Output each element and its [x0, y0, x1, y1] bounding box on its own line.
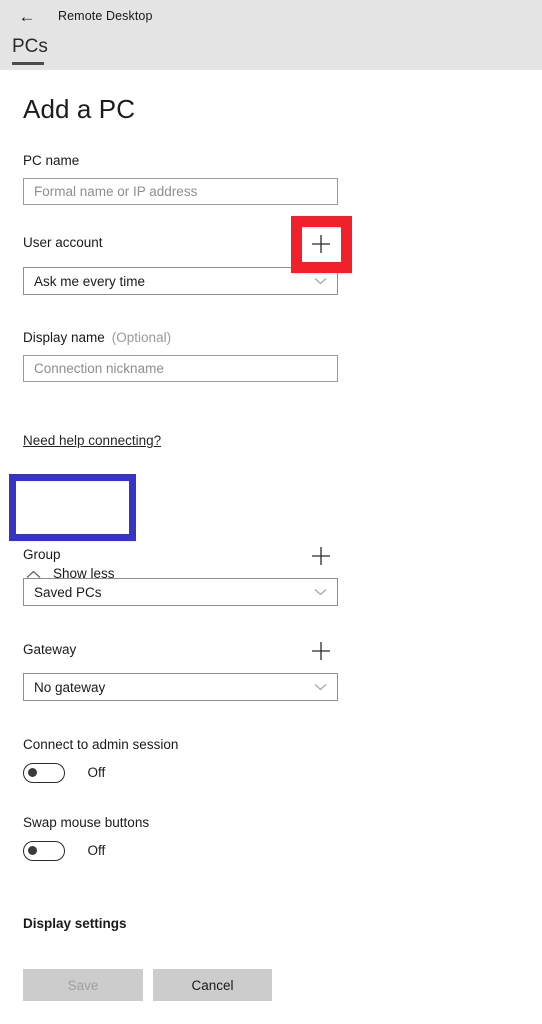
back-arrow-icon[interactable]: ←	[14, 6, 40, 28]
display-name-label: Display name (Optional)	[23, 329, 171, 347]
pc-name-label: PC name	[23, 153, 80, 168]
app-title: Remote Desktop	[58, 9, 153, 23]
gateway-value: No gateway	[34, 680, 106, 695]
tab-pcs[interactable]: PCs	[12, 34, 48, 65]
chevron-down-icon	[314, 588, 327, 596]
group-label: Group	[23, 547, 61, 562]
swap-mouse-buttons-state: Off	[87, 843, 106, 858]
connect-admin-session-toggle[interactable]	[23, 763, 65, 783]
swap-mouse-buttons-label: Swap mouse buttons	[23, 815, 150, 830]
swap-mouse-buttons-toggle[interactable]	[23, 841, 65, 861]
tab-strip: PCs	[12, 34, 48, 65]
display-name-optional-text: (Optional)	[111, 330, 172, 345]
user-account-label: User account	[23, 235, 103, 250]
page-title: Add a PC	[23, 94, 136, 124]
gateway-dropdown[interactable]: No gateway	[23, 673, 338, 701]
user-account-dropdown[interactable]: Ask me every time	[23, 267, 338, 295]
connect-admin-session-label: Connect to admin session	[23, 737, 179, 752]
pc-name-input[interactable]	[23, 178, 338, 205]
chevron-down-icon	[314, 683, 327, 691]
cancel-button[interactable]: Cancel	[153, 969, 272, 1001]
add-gateway-button[interactable]	[306, 636, 336, 666]
title-bar: ← Remote Desktop PCs	[0, 0, 542, 70]
connect-admin-session-state: Off	[87, 765, 106, 780]
tab-pcs-selected-indicator	[12, 62, 44, 65]
connect-admin-session-row: Off	[23, 763, 105, 783]
group-dropdown[interactable]: Saved PCs	[23, 578, 338, 606]
add-user-account-button[interactable]	[306, 229, 336, 259]
gateway-label: Gateway	[23, 642, 77, 657]
show-less-highlight	[9, 474, 136, 541]
need-help-connecting-link[interactable]: Need help connecting?	[23, 432, 161, 450]
add-group-button[interactable]	[306, 541, 336, 571]
display-settings-heading: Display settings	[23, 916, 127, 931]
user-account-value: Ask me every time	[34, 274, 146, 289]
tab-pcs-label: PCs	[12, 36, 48, 57]
toggle-knob	[28, 768, 37, 777]
display-name-input[interactable]	[23, 355, 338, 382]
swap-mouse-buttons-row: Off	[23, 841, 105, 861]
save-button[interactable]: Save	[23, 969, 143, 1001]
display-name-label-text: Display name	[23, 330, 105, 345]
toggle-knob	[28, 846, 37, 855]
chevron-down-icon	[314, 277, 327, 285]
group-value: Saved PCs	[34, 585, 102, 600]
